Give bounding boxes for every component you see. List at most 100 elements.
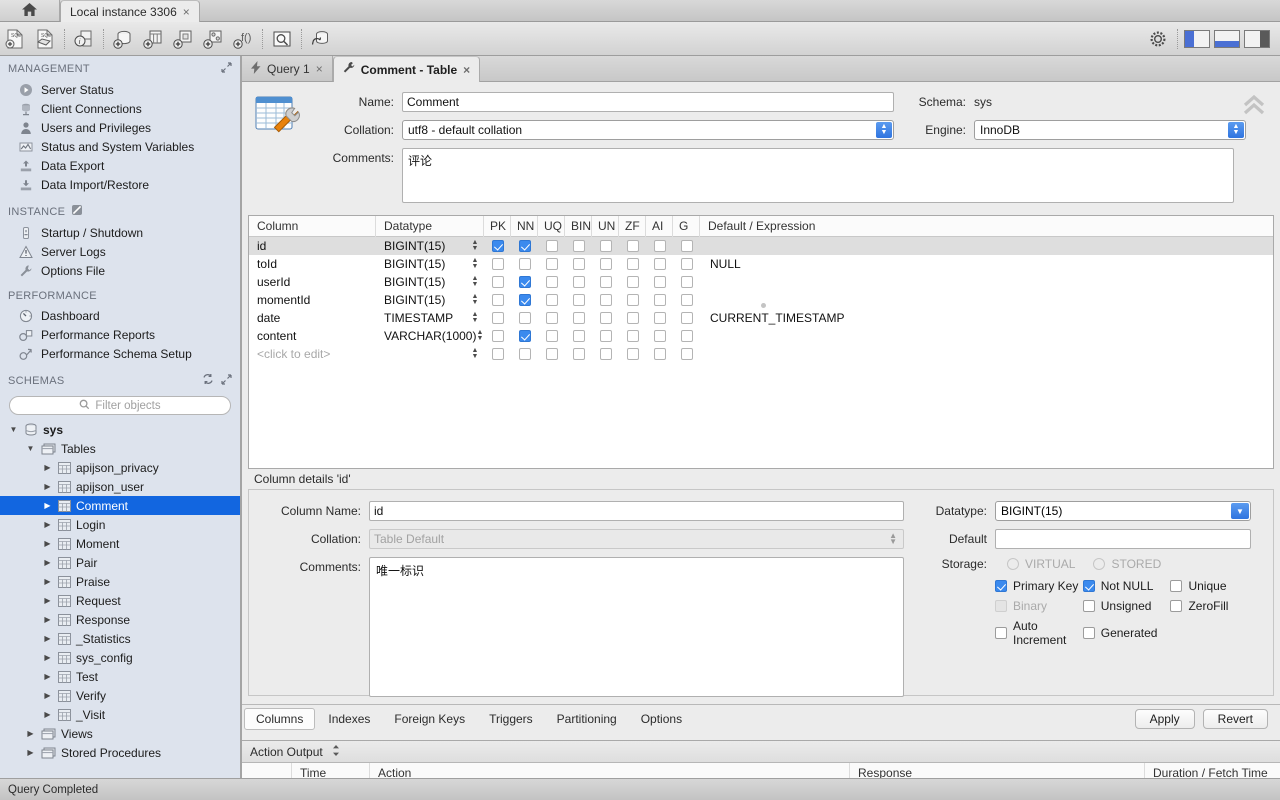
checkbox-icon[interactable] bbox=[572, 294, 585, 306]
checkbox-icon[interactable] bbox=[491, 348, 504, 360]
table-name-input[interactable]: Comment bbox=[402, 92, 894, 112]
grid-checkbox-uq[interactable] bbox=[538, 237, 565, 255]
grid-checkbox-zf[interactable] bbox=[619, 309, 646, 327]
checkbox-icon[interactable] bbox=[599, 276, 612, 288]
checkbox-icon[interactable] bbox=[599, 312, 612, 324]
checkbox-icon[interactable] bbox=[680, 240, 693, 252]
tree-item-tables[interactable]: ▼ Tables bbox=[0, 439, 240, 458]
search-input[interactable]: Filter objects bbox=[9, 396, 231, 415]
tab-comment-table[interactable]: Comment - Table × bbox=[332, 56, 481, 82]
table-comments-textarea[interactable]: 评论 bbox=[402, 148, 1234, 203]
tree-item-statistics[interactable]: ▶ _Statistics bbox=[0, 629, 240, 648]
expand-icon[interactable] bbox=[221, 373, 232, 388]
grid-checkbox-bin[interactable] bbox=[565, 255, 592, 273]
column-comments-textarea[interactable]: 唯一标识 bbox=[369, 557, 904, 697]
grid-checkbox-uq[interactable] bbox=[538, 327, 565, 345]
tab-triggers[interactable]: Triggers bbox=[478, 709, 544, 729]
default-input[interactable] bbox=[995, 529, 1251, 549]
grid-checkbox-g[interactable] bbox=[673, 327, 700, 345]
stepper-icon[interactable]: ▲ ▼ bbox=[476, 329, 483, 342]
grid-cell-default[interactable]: NULL bbox=[700, 255, 1273, 273]
chevron-right-icon[interactable]: ▶ bbox=[42, 615, 53, 624]
table-row[interactable]: userId BIGINT(15) ▲ ▼ bbox=[249, 273, 1273, 291]
table-row[interactable]: content VARCHAR(1000) ▲ ▼ bbox=[249, 327, 1273, 345]
open-sql-script-icon[interactable]: SQL bbox=[30, 25, 60, 53]
grid-checkbox-ai[interactable] bbox=[646, 273, 673, 291]
flag-unique[interactable]: Unique bbox=[1170, 579, 1267, 593]
grid-checkbox-ai[interactable] bbox=[646, 237, 673, 255]
tree-item-visit[interactable]: ▶ _Visit bbox=[0, 705, 240, 724]
grid-cell-column-name[interactable]: momentId bbox=[249, 291, 376, 309]
chevron-right-icon[interactable]: ▶ bbox=[42, 634, 53, 643]
sidebar-item-client-connections[interactable]: Client Connections bbox=[0, 99, 240, 118]
flag-unsigned[interactable]: Unsigned bbox=[1082, 599, 1171, 613]
grid-cell-datatype[interactable]: BIGINT(15) ▲ ▼ bbox=[376, 237, 484, 255]
checkbox-icon[interactable] bbox=[545, 240, 558, 252]
checkbox-icon[interactable] bbox=[518, 258, 531, 270]
tree-item-verify[interactable]: ▶ Verify bbox=[0, 686, 240, 705]
grid-cell-default[interactable]: CURRENT_TIMESTAMP bbox=[700, 309, 1273, 327]
inspect-icon[interactable] bbox=[267, 25, 297, 53]
grid-checkbox-bin[interactable] bbox=[565, 309, 592, 327]
close-icon[interactable]: × bbox=[183, 6, 190, 18]
checkbox-icon[interactable] bbox=[653, 258, 666, 270]
stepper-icon[interactable]: ▲ ▼ bbox=[470, 239, 480, 252]
table-row[interactable]: toId BIGINT(15) ▲ ▼ NULL bbox=[249, 255, 1273, 273]
chevron-right-icon[interactable]: ▶ bbox=[42, 672, 53, 681]
grid-checkbox-uq[interactable] bbox=[538, 345, 565, 363]
sidebar-item-startup-shutdown[interactable]: Startup / Shutdown bbox=[0, 223, 240, 242]
sidebar-item-status-and-system-variables[interactable]: Status and System Variables bbox=[0, 137, 240, 156]
chevron-right-icon[interactable]: ▶ bbox=[42, 539, 53, 548]
chevron-right-icon[interactable]: ▶ bbox=[42, 710, 53, 719]
grid-checkbox-nn[interactable] bbox=[511, 237, 538, 255]
flag-not-null[interactable]: Not NULL bbox=[1082, 579, 1171, 593]
grid-checkbox-zf[interactable] bbox=[619, 327, 646, 345]
checkbox-icon[interactable] bbox=[491, 258, 504, 270]
grid-cell-datatype[interactable]: BIGINT(15) ▲ ▼ bbox=[376, 273, 484, 291]
checkbox-checked-icon[interactable] bbox=[518, 276, 531, 288]
grid-checkbox-uq[interactable] bbox=[538, 291, 565, 309]
tab-foreign-keys[interactable]: Foreign Keys bbox=[383, 709, 476, 729]
sidebar-item-data-import-restore[interactable]: Data Import/Restore bbox=[0, 175, 240, 194]
grid-checkbox-bin[interactable] bbox=[565, 237, 592, 255]
sidebar-item-performance-schema-setup[interactable]: Performance Schema Setup bbox=[0, 344, 240, 363]
stepper-icon[interactable]: ▲ ▼ bbox=[470, 347, 480, 360]
column-name-input[interactable]: id bbox=[369, 501, 904, 521]
toggle-secondary-sidebar-icon[interactable] bbox=[1244, 29, 1270, 48]
grid-checkbox-nn[interactable] bbox=[511, 273, 538, 291]
new-procedure-icon[interactable] bbox=[198, 25, 228, 53]
checkbox-icon[interactable] bbox=[680, 276, 693, 288]
table-row[interactable]: id BIGINT(15) ▲ ▼ bbox=[249, 237, 1273, 255]
tree-item-pair[interactable]: ▶ Pair bbox=[0, 553, 240, 572]
grid-checkbox-zf[interactable] bbox=[619, 237, 646, 255]
grid-checkbox-bin[interactable] bbox=[565, 273, 592, 291]
checkbox-icon[interactable] bbox=[1082, 600, 1095, 612]
grid-checkbox-ai[interactable] bbox=[646, 291, 673, 309]
tree-item-request[interactable]: ▶ Request bbox=[0, 591, 240, 610]
tree-item-views[interactable]: ▶ Views bbox=[0, 724, 240, 743]
checkbox-icon[interactable] bbox=[680, 312, 693, 324]
checkbox-icon[interactable] bbox=[680, 258, 693, 270]
grid-checkbox-g[interactable] bbox=[673, 237, 700, 255]
checkbox-icon[interactable] bbox=[680, 330, 693, 342]
tree-item-sys[interactable]: ▼ sys bbox=[0, 420, 240, 439]
new-sql-tab-icon[interactable]: SQL bbox=[0, 25, 30, 53]
tree-item-moment[interactable]: ▶ Moment bbox=[0, 534, 240, 553]
chevron-right-icon[interactable]: ▶ bbox=[25, 748, 36, 757]
gear-icon[interactable] bbox=[1143, 25, 1173, 53]
checkbox-icon[interactable] bbox=[626, 330, 639, 342]
checkbox-icon[interactable] bbox=[491, 294, 504, 306]
grid-checkbox-pk[interactable] bbox=[484, 327, 511, 345]
checkbox-checked-icon[interactable] bbox=[491, 240, 504, 252]
stepper-icon[interactable]: ▲ ▼ bbox=[1228, 122, 1244, 138]
chevron-right-icon[interactable]: ▶ bbox=[25, 729, 36, 738]
chevron-right-icon[interactable]: ▶ bbox=[42, 653, 53, 662]
grid-checkbox-bin[interactable] bbox=[565, 345, 592, 363]
stepper-icon[interactable]: ▲ ▼ bbox=[470, 257, 480, 270]
grid-checkbox-nn[interactable] bbox=[511, 327, 538, 345]
grid-cell-datatype[interactable]: VARCHAR(1000) ▲ ▼ bbox=[376, 327, 484, 345]
grid-checkbox-uq[interactable] bbox=[538, 255, 565, 273]
grid-checkbox-zf[interactable] bbox=[619, 345, 646, 363]
checkbox-icon[interactable] bbox=[599, 330, 612, 342]
grid-checkbox-ai[interactable] bbox=[646, 327, 673, 345]
